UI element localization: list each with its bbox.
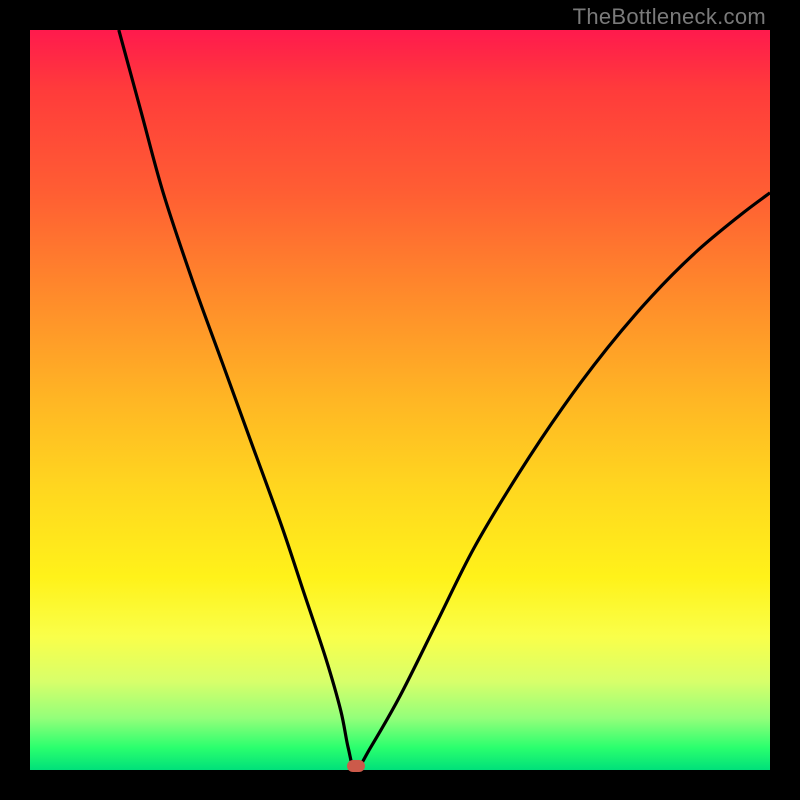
chart-frame: TheBottleneck.com (0, 0, 800, 800)
min-point-marker (347, 760, 365, 772)
plot-area (30, 30, 770, 770)
watermark-text: TheBottleneck.com (573, 4, 766, 30)
bottleneck-curve-path (119, 30, 770, 770)
curve-svg (30, 30, 770, 770)
